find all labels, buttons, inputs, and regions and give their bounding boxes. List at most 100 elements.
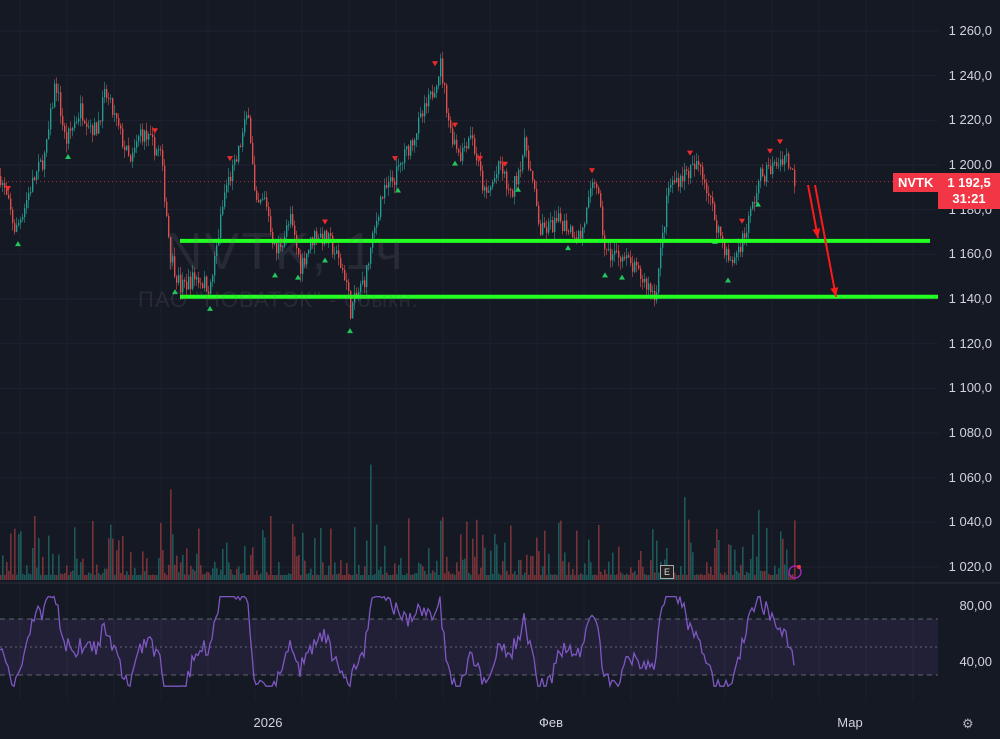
volume-bar [404, 574, 406, 580]
candle-body [382, 197, 384, 199]
volume-bar [92, 520, 94, 580]
volume-bar [584, 563, 586, 580]
volume-bar [466, 521, 468, 580]
volume-bar [638, 559, 640, 580]
volume-bar [300, 575, 302, 580]
candle-body [642, 278, 644, 283]
volume-bar [42, 556, 44, 580]
volume-bar [210, 574, 212, 580]
volume-bar [544, 530, 546, 580]
candle-body [264, 197, 266, 199]
volume-bar [444, 573, 446, 580]
earnings-icon[interactable]: E [660, 565, 674, 579]
volume-bar [556, 574, 558, 580]
candle-body [104, 89, 106, 98]
volume-bar [176, 555, 178, 580]
candle-body [748, 216, 750, 233]
candle-body [422, 113, 424, 117]
volume-bar [506, 570, 508, 580]
candle-body [684, 169, 686, 182]
candle-body [790, 167, 792, 169]
candle-body [126, 145, 128, 151]
volume-bar [432, 570, 434, 580]
candle-body [80, 103, 82, 119]
volume-bar [598, 525, 600, 580]
candle-body [482, 170, 484, 191]
volume-bar [106, 568, 108, 580]
volume-bar [66, 565, 68, 580]
notification-dot [797, 565, 801, 569]
candle-body [62, 115, 64, 126]
volume-bar [98, 573, 100, 580]
candle-body [592, 182, 594, 189]
volume-bar [380, 566, 382, 580]
volume-bar [698, 574, 700, 580]
candle-body [10, 198, 12, 211]
candle-body [388, 181, 390, 188]
volume-bar [76, 558, 78, 580]
settings-gear-icon[interactable]: ⚙ [962, 716, 974, 732]
candle-body [94, 122, 96, 135]
candle-body [92, 125, 94, 135]
volume-bar [172, 534, 174, 580]
volume-bar [566, 574, 568, 580]
candle-body [164, 165, 166, 202]
volume-bar [324, 574, 326, 580]
volume-bar [122, 535, 124, 580]
candle-body [678, 177, 680, 187]
candle-body [222, 206, 224, 215]
volume-bar [278, 562, 280, 580]
volume-bar [312, 574, 314, 580]
candle-body [78, 118, 80, 122]
candle-body [136, 141, 138, 148]
candle-body [238, 146, 240, 162]
volume-bar [632, 572, 634, 580]
candle-body [84, 120, 86, 124]
volume-bar [84, 574, 86, 580]
candle-body [54, 83, 56, 108]
candle-body [462, 147, 464, 161]
volume-bar [504, 542, 506, 580]
volume-bar [302, 532, 304, 580]
candle-body [494, 178, 496, 182]
candle-body [646, 278, 648, 290]
candle-body [64, 125, 66, 133]
buy-signal-marker [755, 201, 761, 207]
candle-body [578, 230, 580, 240]
volume-bar [532, 555, 534, 580]
volume-bar [294, 536, 296, 580]
candle-body [404, 149, 406, 163]
candle-body [788, 153, 790, 168]
volume-bar [254, 574, 256, 580]
volume-bar [650, 559, 652, 580]
candle-body [554, 218, 556, 233]
candle-body [454, 139, 456, 145]
candle-body [378, 216, 380, 221]
candle-body [260, 199, 262, 203]
buy-signal-marker [602, 272, 608, 278]
candle-body [694, 163, 696, 170]
candle-body [452, 128, 454, 145]
candle-body [610, 248, 612, 261]
volume-bar [604, 569, 606, 580]
price-chart[interactable] [0, 0, 1000, 739]
candle-body [724, 241, 726, 256]
candle-body [550, 220, 552, 222]
volume-bar [676, 574, 678, 580]
candle-body [466, 146, 468, 149]
volume-bar [712, 574, 714, 580]
candle-body [606, 249, 608, 251]
rsi-axis-label: 80,00 [959, 598, 992, 613]
candle-body [624, 256, 626, 259]
sell-signal-marker [392, 156, 398, 162]
candle-body [434, 92, 436, 98]
candle-body [98, 120, 100, 134]
candle-body [630, 257, 632, 264]
volume-bar [56, 574, 58, 580]
candle-body [752, 201, 754, 209]
volume-bar [456, 562, 458, 580]
candle-body [640, 268, 642, 279]
sell-signal-marker [432, 61, 438, 67]
sell-signal-marker [477, 156, 483, 162]
volume-bar [138, 574, 140, 580]
